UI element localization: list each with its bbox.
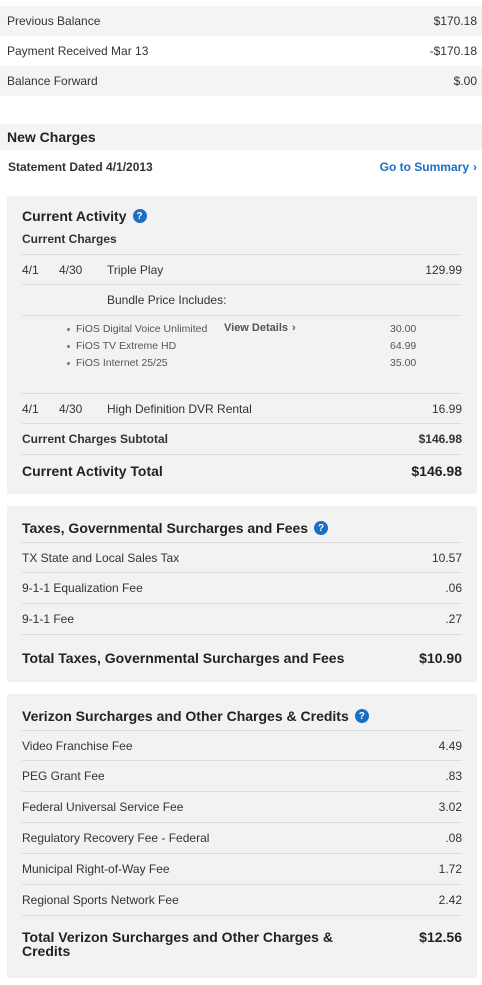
surcharge-value: 2.42: [438, 893, 462, 907]
current-charges-label: Current Charges: [22, 232, 117, 246]
taxes-panel: Taxes, Governmental Surcharges and Fees …: [7, 506, 477, 682]
previous-balance-label: Previous Balance: [7, 14, 101, 28]
surcharge-label: PEG Grant Fee: [22, 769, 105, 783]
taxes-total-row: Total Taxes, Governmental Surcharges and…: [22, 642, 462, 674]
statement-date: Statement Dated 4/1/2013: [8, 160, 153, 174]
surcharge-value: .83: [445, 769, 462, 783]
tax-label: 9-1-1 Equalization Fee: [22, 581, 143, 595]
triple-play-to: 4/30: [59, 262, 83, 277]
dvr-to: 4/30: [59, 401, 83, 416]
bundle-header-row: Bundle Price Includes:: [22, 285, 462, 316]
current-charges-subheader: Current Charges: [22, 230, 462, 248]
surcharge-value: 3.02: [438, 800, 462, 814]
balance-forward-value: $.00: [453, 74, 477, 88]
chevron-right-icon: ›: [292, 322, 296, 334]
surcharge-value: .08: [445, 831, 462, 845]
subtotal-label: Current Charges Subtotal: [22, 432, 169, 446]
current-activity-total-label: Current Activity Total: [22, 463, 163, 479]
statement-row: Statement Dated 4/1/2013 Go to Summary ›: [0, 156, 482, 178]
surcharge-label: Regional Sports Network Fee: [22, 893, 179, 907]
dvr-row: 4/1 4/30 High Definition DVR Rental 16.9…: [22, 393, 462, 424]
dvr-from: 4/1: [22, 401, 39, 416]
triple-play-from: 4/1: [22, 262, 39, 277]
bundle-item-name: FiOS TV Extreme HD: [76, 340, 177, 352]
bundle-item-name: FiOS Internet 25/25: [76, 357, 168, 369]
view-details-label: View Details: [224, 322, 288, 334]
tax-label: TX State and Local Sales Tax: [22, 550, 180, 565]
payment-received-value: -$170.18: [429, 44, 477, 58]
surcharge-label: Municipal Right-of-Way Fee: [22, 862, 170, 876]
surcharge-label: Video Franchise Fee: [22, 738, 133, 753]
tax-value: .27: [445, 612, 462, 626]
new-charges-header: New Charges: [0, 124, 482, 150]
taxes-total-label: Total Taxes, Governmental Surcharges and…: [22, 650, 345, 666]
verizon-total-value: $12.56: [419, 929, 462, 945]
previous-balance-value: $170.18: [433, 14, 477, 28]
surcharge-label: Regulatory Recovery Fee - Federal: [22, 831, 210, 845]
taxes-total-value: $10.90: [419, 650, 462, 666]
surcharge-label: Federal Universal Service Fee: [22, 800, 184, 814]
surcharge-row: Regional Sports Network Fee 2.42: [22, 885, 462, 916]
go-to-summary-label: Go to Summary: [379, 160, 469, 174]
help-icon[interactable]: ?: [314, 521, 329, 535]
bundle-item-amount: 64.99: [390, 340, 417, 352]
go-to-summary-link[interactable]: Go to Summary ›: [380, 160, 477, 174]
help-icon[interactable]: ?: [132, 209, 147, 223]
verizon-total-row: Total Verizon Surcharges and Other Charg…: [22, 930, 462, 964]
triple-play-desc: Triple Play: [107, 262, 164, 277]
bullet-icon: [67, 344, 70, 348]
surcharge-row: Regulatory Recovery Fee - Federal .08: [22, 823, 462, 854]
new-charges-title: New Charges: [7, 129, 96, 145]
verizon-title-text: Verizon Surcharges and Other Charges & C…: [22, 708, 349, 724]
triple-play-amount: 129.99: [425, 262, 462, 277]
bundle-header: Bundle Price Includes:: [107, 293, 227, 307]
tax-value: .06: [445, 581, 462, 595]
bullet-icon: [67, 327, 70, 331]
payment-received-label: Payment Received Mar 13: [7, 44, 149, 58]
bundle-item: FiOS Internet 25/25: [67, 357, 168, 369]
balance-forward-row: Balance Forward $.00: [0, 66, 482, 96]
subtotal-row: Current Charges Subtotal $146.98: [22, 424, 462, 455]
current-activity-title-text: Current Activity: [22, 208, 127, 224]
subtotal-value: $146.98: [418, 432, 462, 446]
current-activity-panel: Current Activity ? Current Charges 4/1 4…: [7, 196, 477, 494]
tax-row: 9-1-1 Equalization Fee .06: [22, 573, 462, 604]
surcharge-row: Municipal Right-of-Way Fee 1.72: [22, 854, 462, 885]
triple-play-row: 4/1 4/30 Triple Play 129.99: [22, 254, 462, 285]
tax-row: 9-1-1 Fee .27: [22, 604, 462, 635]
surcharge-value: 1.72: [438, 862, 462, 876]
current-activity-total-value: $146.98: [411, 463, 462, 479]
balance-forward-label: Balance Forward: [7, 74, 98, 88]
surcharge-row: Video Franchise Fee 4.49: [22, 730, 462, 761]
surcharge-value: 4.49: [438, 738, 462, 753]
surcharge-row: Federal Universal Service Fee 3.02: [22, 792, 462, 823]
bullet-icon: [67, 361, 70, 365]
current-activity-total-row: Current Activity Total $146.98: [22, 456, 462, 486]
bundle-item-amount: 35.00: [390, 357, 417, 369]
taxes-title-text: Taxes, Governmental Surcharges and Fees: [22, 520, 309, 536]
dvr-amount: 16.99: [431, 401, 462, 416]
bundle-item-amount: 30.00: [390, 323, 417, 335]
tax-value: 10.57: [431, 550, 462, 565]
tax-row: TX State and Local Sales Tax 10.57: [22, 542, 462, 573]
verizon-title: Verizon Surcharges and Other Charges & C…: [22, 708, 369, 724]
verizon-surcharges-panel: Verizon Surcharges and Other Charges & C…: [7, 694, 477, 978]
chevron-right-icon: ›: [473, 160, 477, 174]
bundle-item: FiOS Digital Voice Unlimited: [67, 323, 207, 335]
payment-received-row: Payment Received Mar 13 -$170.18: [0, 36, 482, 66]
verizon-total-label-line2: Credits: [22, 943, 71, 959]
tax-label: 9-1-1 Fee: [22, 612, 75, 626]
previous-balance-row: Previous Balance $170.18: [0, 6, 482, 36]
surcharge-row: PEG Grant Fee .83: [22, 761, 462, 792]
view-details-link[interactable]: View Details ›: [224, 322, 296, 334]
dvr-desc: High Definition DVR Rental: [107, 401, 252, 416]
help-icon[interactable]: ?: [354, 709, 369, 723]
bundle-item: FiOS TV Extreme HD: [67, 340, 176, 352]
verizon-total-label: Total Verizon Surcharges and Other Charg…: [22, 930, 333, 958]
taxes-title: Taxes, Governmental Surcharges and Fees …: [22, 520, 329, 536]
current-activity-title: Current Activity ?: [22, 208, 147, 224]
bundle-item-name: FiOS Digital Voice Unlimited: [76, 323, 208, 335]
